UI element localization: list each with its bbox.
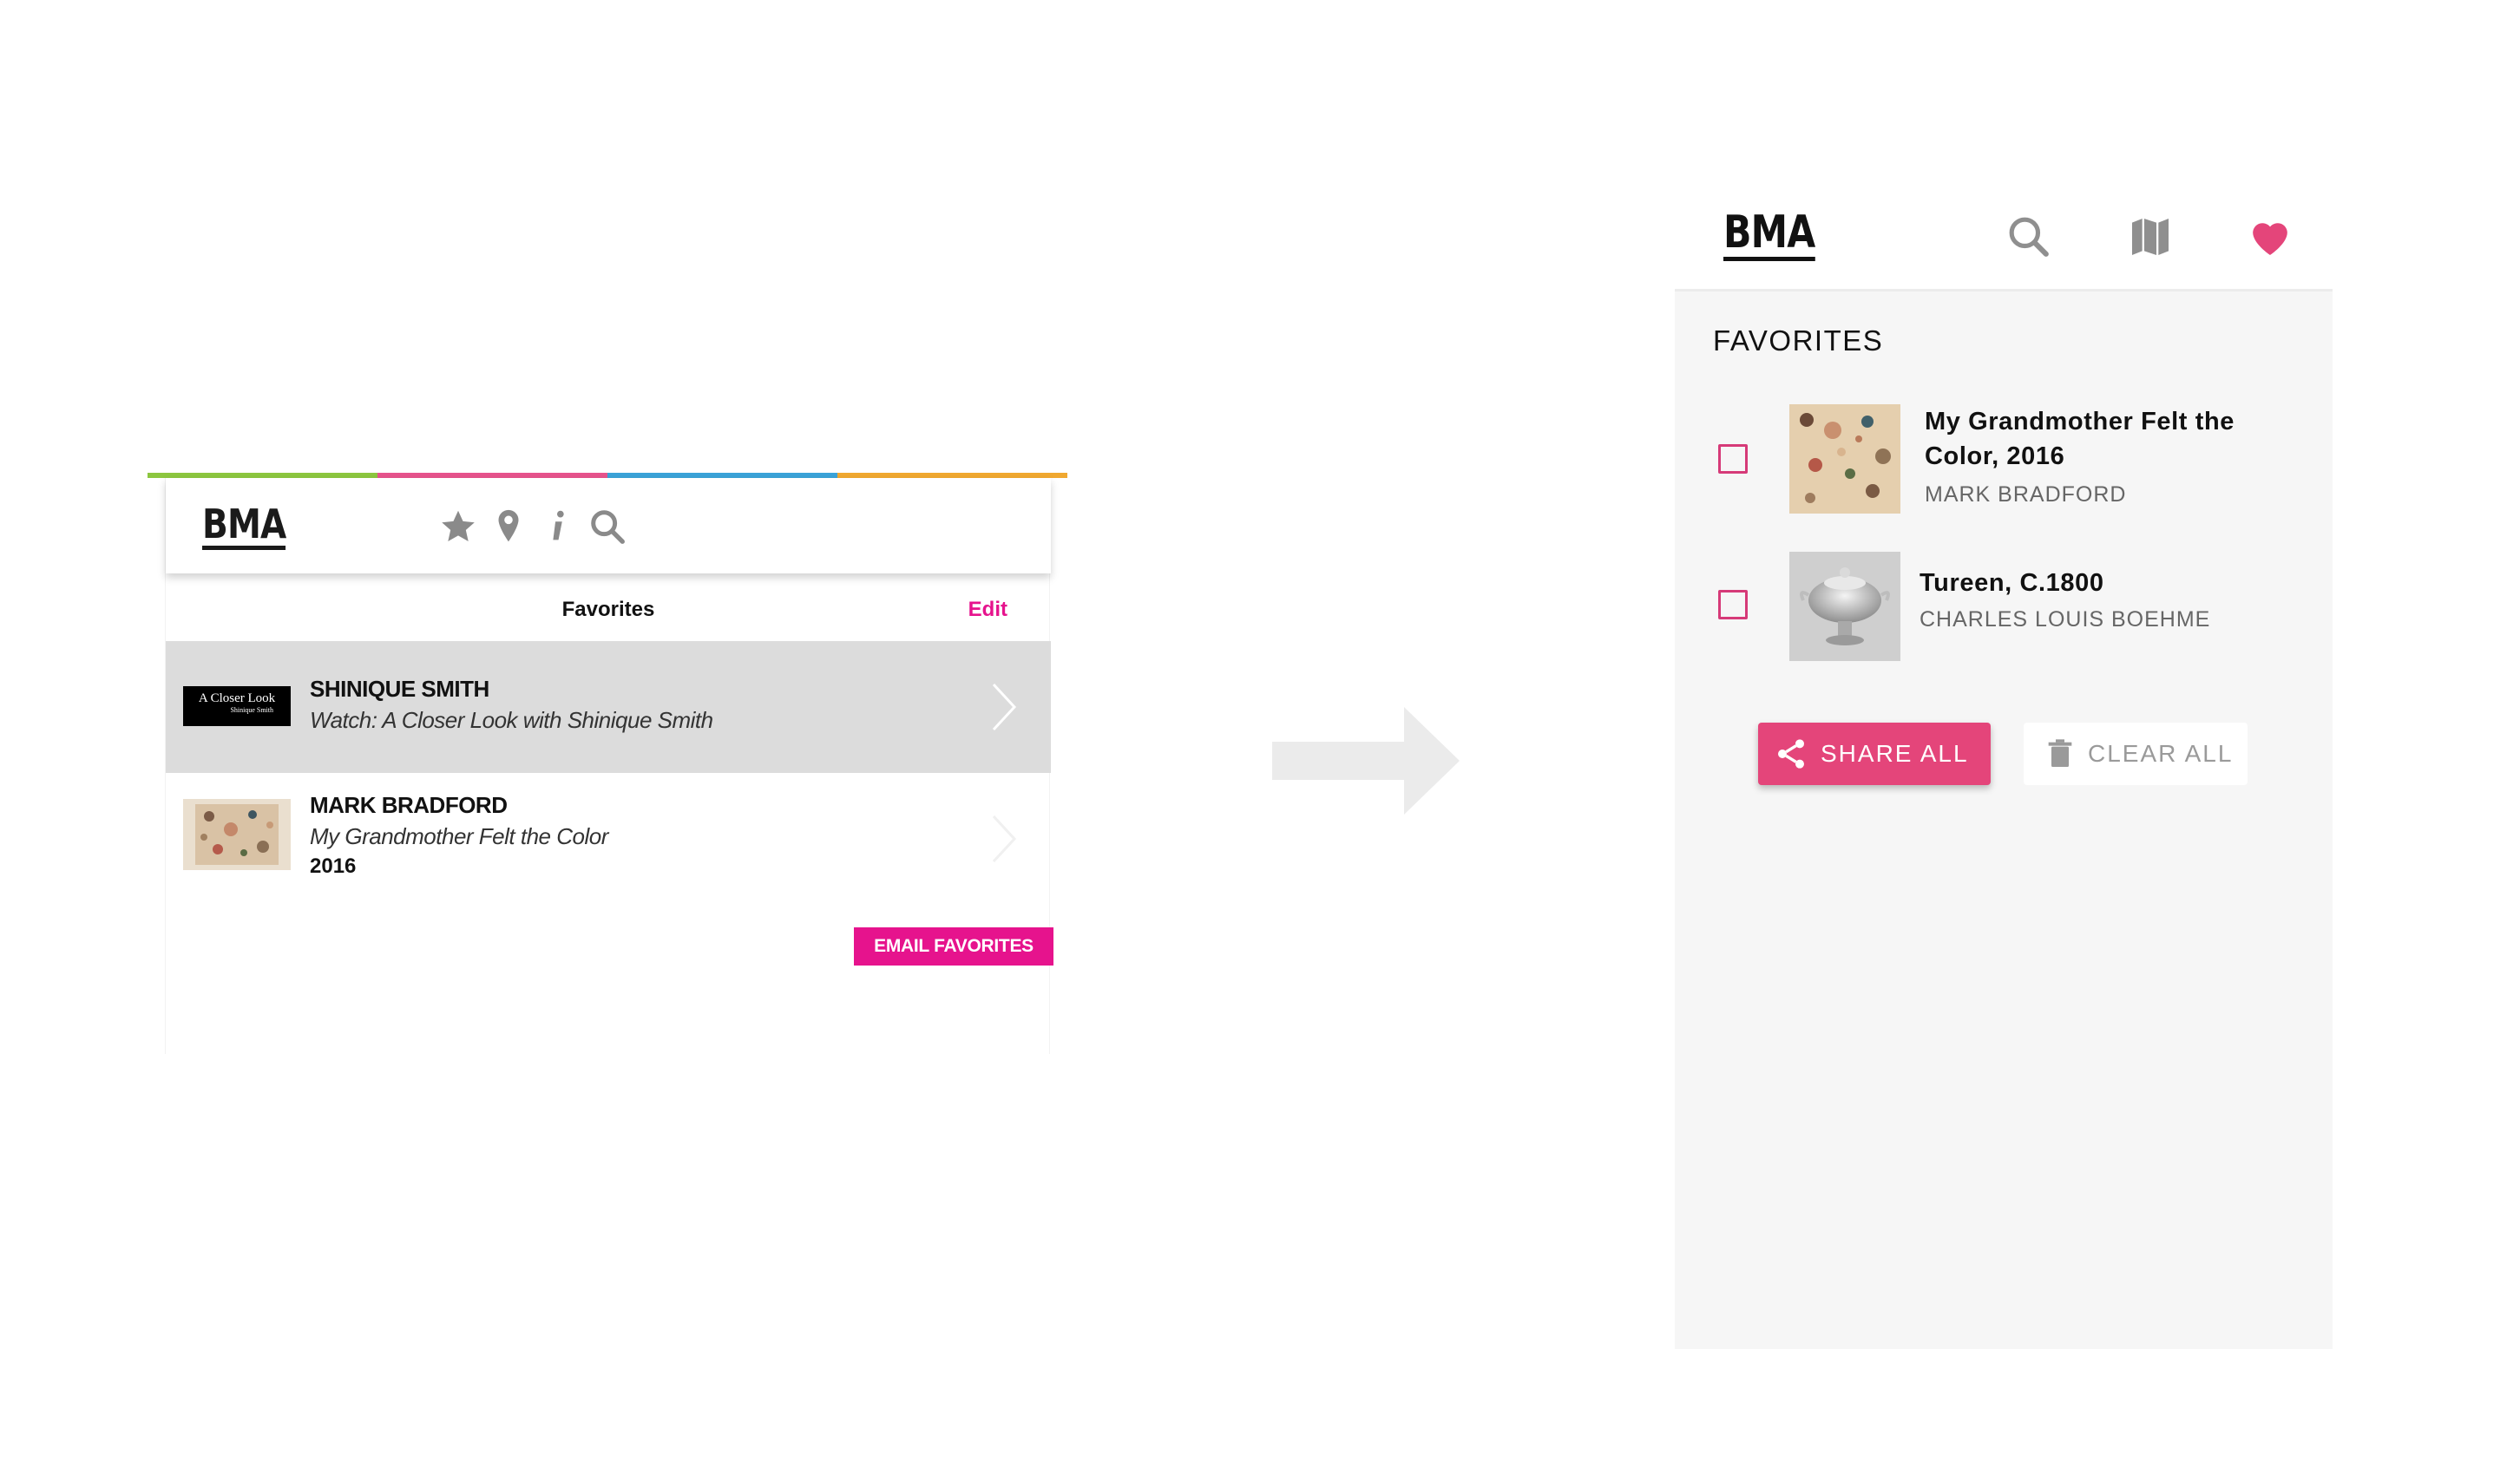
item-artist: CHARLES LOUIS BOEHME	[1920, 607, 2211, 632]
favorites-heading: FAVORITES	[1713, 324, 1884, 357]
trash-icon	[2048, 739, 2072, 767]
favorites-title: Favorites	[561, 598, 655, 621]
artwork-thumbnail	[1789, 404, 1900, 514]
old-header: BMA	[166, 478, 1051, 573]
favorites-body: FAVORITES My Grandmother Felt the Color,…	[1675, 289, 2333, 1349]
row-subtitle: Watch: A Closer Look with Shinique Smith	[310, 707, 713, 733]
artwork-thumbnail	[183, 799, 291, 870]
old-favorites-screen: BMA Favorites Edit A Closer Look Shiniqu…	[148, 473, 1067, 1054]
star-icon[interactable]	[438, 507, 478, 547]
item-checkbox[interactable]	[1718, 590, 1748, 619]
thumbnail-subtitle: Shinique Smith	[230, 706, 273, 714]
artwork-thumbnail	[1789, 552, 1900, 661]
old-panel: BMA Favorites Edit A Closer Look Shiniqu…	[165, 478, 1053, 1054]
item-artist: MARK BRADFORD	[1925, 482, 2127, 507]
share-all-label: SHARE ALL	[1821, 740, 1969, 767]
search-icon[interactable]	[587, 507, 627, 547]
new-topbar: BMA	[1675, 187, 2333, 289]
email-favorites-button[interactable]: EMAIL FAVORITES	[854, 927, 1053, 966]
info-icon[interactable]	[537, 507, 577, 547]
clear-all-label: CLEAR ALL	[2088, 740, 2234, 767]
search-icon[interactable]	[2005, 213, 2053, 261]
thumbnail-title: A Closer Look	[198, 691, 276, 705]
favorite-row[interactable]: A Closer Look Shinique Smith SHINIQUE SM…	[166, 641, 1051, 773]
map-pin-icon[interactable]	[489, 507, 528, 547]
new-favorites-screen: BMA FAVORITES My Grandmother Felt the Co…	[1675, 187, 2333, 1349]
map-icon[interactable]	[2126, 213, 2175, 261]
clear-all-button[interactable]: CLEAR ALL	[2024, 723, 2248, 785]
edit-link[interactable]: Edit	[968, 598, 1007, 622]
row-year: 2016	[310, 854, 357, 878]
item-title-line2: Color, 2016	[1925, 442, 2065, 470]
heart-icon[interactable]	[2246, 213, 2294, 261]
item-title: Tureen, C.1800	[1920, 569, 2104, 597]
chevron-right-icon	[992, 683, 1017, 731]
row-artist: MARK BRADFORD	[310, 792, 508, 818]
row-subtitle: My Grandmother Felt the Color	[310, 823, 608, 849]
share-all-button[interactable]: SHARE ALL	[1758, 723, 1991, 785]
arrow-right-icon	[1272, 707, 1460, 815]
chevron-right-icon	[992, 815, 1017, 863]
share-icon	[1778, 739, 1804, 769]
item-title: My Grandmother Felt the	[1925, 408, 2235, 435]
row-artist: SHINIQUE SMITH	[310, 676, 489, 702]
favorites-subbar: Favorites Edit	[166, 589, 1051, 641]
video-thumbnail: A Closer Look Shinique Smith	[183, 686, 291, 726]
bma-logo[interactable]: BMA	[1723, 210, 1815, 261]
item-checkbox[interactable]	[1718, 444, 1748, 474]
favorite-row[interactable]: MARK BRADFORD My Grandmother Felt the Co…	[166, 773, 1051, 905]
bma-logo[interactable]: BMA	[202, 504, 286, 550]
